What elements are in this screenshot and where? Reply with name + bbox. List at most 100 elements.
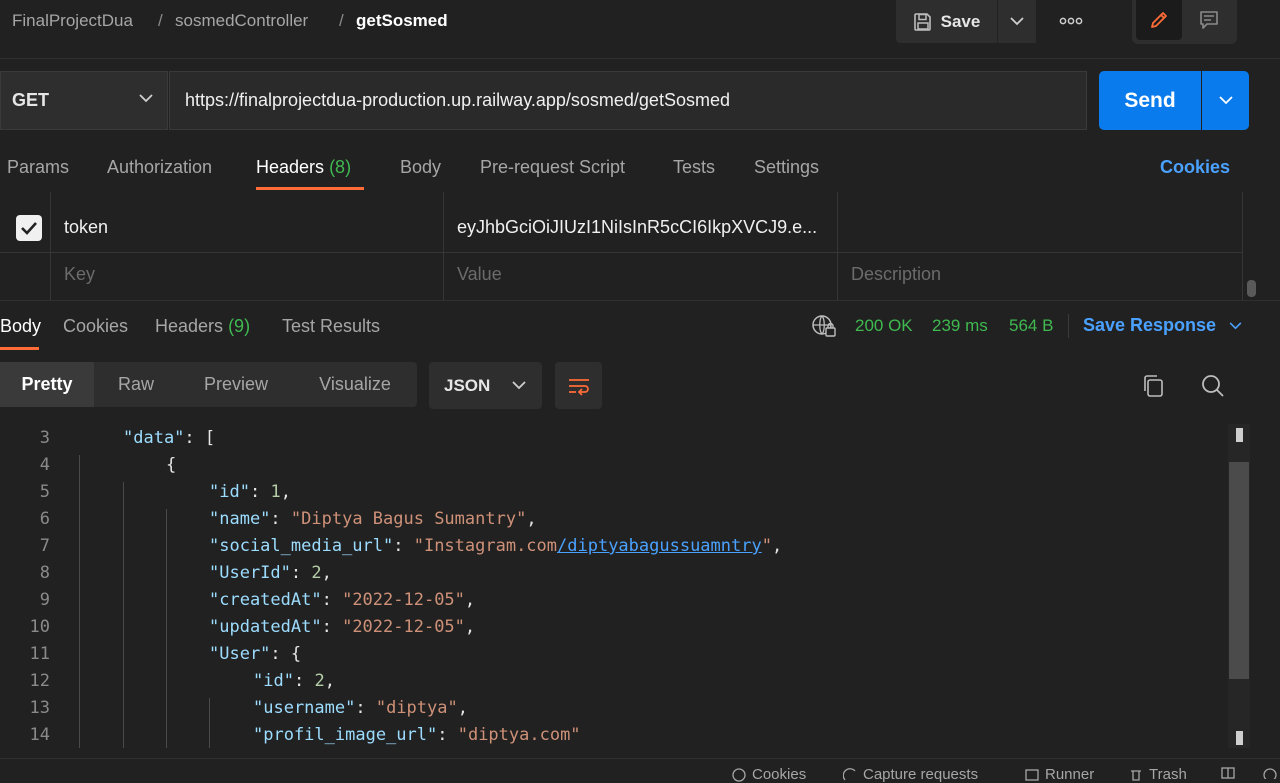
code-token: "id" (253, 671, 294, 691)
url-text: https://finalprojectdua-production.up.ra… (185, 90, 730, 110)
tab-params[interactable]: Params (7, 157, 69, 178)
runner-icon (1025, 768, 1039, 782)
divider (1068, 314, 1069, 338)
response-time[interactable]: 239 ms (932, 316, 988, 336)
code-token: : { (270, 644, 302, 664)
header-value-cell[interactable]: eyJhbGciOiJIUzI1NiIsInR5cCI6IkpXVCJ9.e..… (457, 217, 817, 238)
response-tab-body[interactable]: Body (0, 316, 41, 337)
editor-scrollbar-thumb[interactable] (1229, 462, 1249, 679)
column-divider (1242, 192, 1243, 300)
code-line: "social_media_url": "Instagram.com/dipty… (209, 536, 782, 556)
url-input[interactable]: https://finalprojectdua-production.up.ra… (169, 71, 1087, 130)
code-token: , (457, 698, 468, 718)
header-key-input[interactable]: Key (64, 264, 95, 285)
line-number: 3 (39, 428, 50, 448)
code-token: "Instagram.com (413, 536, 558, 556)
response-size[interactable]: 564 B (1009, 316, 1053, 336)
trash-icon (1129, 768, 1143, 782)
layout-icon[interactable] (1221, 767, 1235, 779)
breadcrumb-separator: / (158, 11, 163, 30)
footer-cookies[interactable]: Cookies (732, 766, 806, 783)
response-tab-cookies[interactable]: Cookies (63, 316, 128, 337)
response-body-editor[interactable]: 3 "data": [4 {5 "id": 1, 6 "name": "Diptya Ba… (0, 424, 1228, 748)
breadcrumb-collection[interactable]: FinalProjectDua (12, 11, 133, 31)
scroll-down-arrow[interactable] (1236, 731, 1243, 745)
status-code[interactable]: 200 OK (855, 316, 913, 336)
footer-trash[interactable]: Trash (1129, 766, 1187, 783)
footer-runner[interactable]: Runner (1025, 766, 1094, 783)
code-token: "updatedAt" (209, 617, 322, 637)
footer-capture-label: Capture requests (863, 766, 979, 783)
footer-capture-requests[interactable]: Capture requests (843, 766, 978, 783)
capture-icon (843, 767, 857, 782)
view-pretty-button[interactable]: Pretty (0, 362, 94, 407)
tab-tests[interactable]: Tests (673, 157, 715, 178)
tab-headers[interactable]: Headers (8) (256, 157, 351, 178)
copy-icon[interactable] (1140, 372, 1166, 400)
indent-guide (166, 509, 167, 748)
code-token: "UserId" (209, 563, 291, 583)
code-line: "id": 2, (253, 671, 335, 691)
tab-body[interactable]: Body (400, 157, 441, 178)
table-scrollbar[interactable] (1247, 280, 1256, 297)
footer-runner-label: Runner (1045, 766, 1095, 783)
line-number: 12 (29, 671, 50, 691)
cookies-link[interactable]: Cookies (1160, 157, 1230, 178)
format-label: JSON (444, 375, 491, 395)
send-button[interactable]: Send (1099, 71, 1201, 130)
tab-headers-label: Headers (256, 157, 325, 177)
response-tab-test-results[interactable]: Test Results (282, 316, 380, 337)
send-dropdown-button[interactable] (1202, 71, 1249, 130)
comments-button[interactable] (1186, 0, 1232, 40)
code-link[interactable]: /diptyabagussuamntry (557, 536, 762, 556)
line-number: 11 (29, 644, 50, 664)
code-token: : (290, 563, 312, 583)
method-label: GET (12, 90, 50, 110)
save-label: Save (940, 11, 981, 31)
header-key-cell[interactable]: token (64, 217, 108, 238)
response-tab-headers-label: Headers (155, 316, 224, 336)
view-raw-button[interactable]: Raw (100, 362, 172, 407)
edit-mode-button[interactable] (1136, 0, 1182, 40)
active-tab-indicator (256, 187, 364, 190)
tab-authorization[interactable]: Authorization (107, 157, 212, 178)
code-token: , (464, 617, 476, 637)
line-number: 5 (39, 482, 50, 502)
page-title[interactable]: getSosmed (356, 11, 448, 31)
search-icon[interactable] (1200, 372, 1226, 400)
save-dropdown-button[interactable] (998, 0, 1036, 43)
save-button[interactable]: Save (896, 0, 997, 43)
code-token: "name" (209, 509, 271, 529)
response-tab-headers[interactable]: Headers (9) (155, 316, 250, 337)
wrap-lines-button[interactable] (555, 362, 602, 409)
globe-lock-icon[interactable] (811, 314, 837, 338)
method-select[interactable]: GET (0, 71, 168, 130)
view-preview-button[interactable]: Preview (188, 362, 284, 407)
more-actions-button[interactable] (1052, 8, 1090, 34)
line-number: 14 (29, 725, 50, 745)
save-response-button[interactable]: Save Response (1083, 315, 1242, 336)
code-line: "UserId": 2, (209, 563, 332, 583)
view-visualize-button[interactable]: Visualize (300, 362, 410, 407)
code-line: "username": "diptya", (253, 698, 468, 718)
breadcrumb-folder[interactable]: sosmedController (175, 11, 308, 31)
code-line: "id": 1, (209, 482, 291, 502)
format-select[interactable]: JSON (429, 362, 542, 409)
help-icon[interactable] (1262, 767, 1278, 779)
tab-prerequest-script[interactable]: Pre-request Script (480, 157, 625, 178)
tab-settings[interactable]: Settings (754, 157, 819, 178)
header-description-input[interactable]: Description (851, 264, 941, 285)
code-token: , (526, 509, 537, 529)
ellipsis-icon (1059, 17, 1083, 25)
code-token: "social_media_url" (209, 536, 394, 556)
tab-headers-count: (8) (329, 157, 352, 177)
code-token: : (270, 509, 291, 529)
header-row-empty (0, 253, 1243, 299)
code-token: , (771, 536, 783, 556)
indent-guide (209, 698, 210, 748)
indent-guide (123, 482, 124, 748)
header-enabled-checkbox[interactable] (16, 215, 42, 241)
scroll-up-arrow[interactable] (1236, 428, 1243, 442)
code-token: : (321, 590, 343, 610)
header-value-input[interactable]: Value (457, 264, 502, 285)
